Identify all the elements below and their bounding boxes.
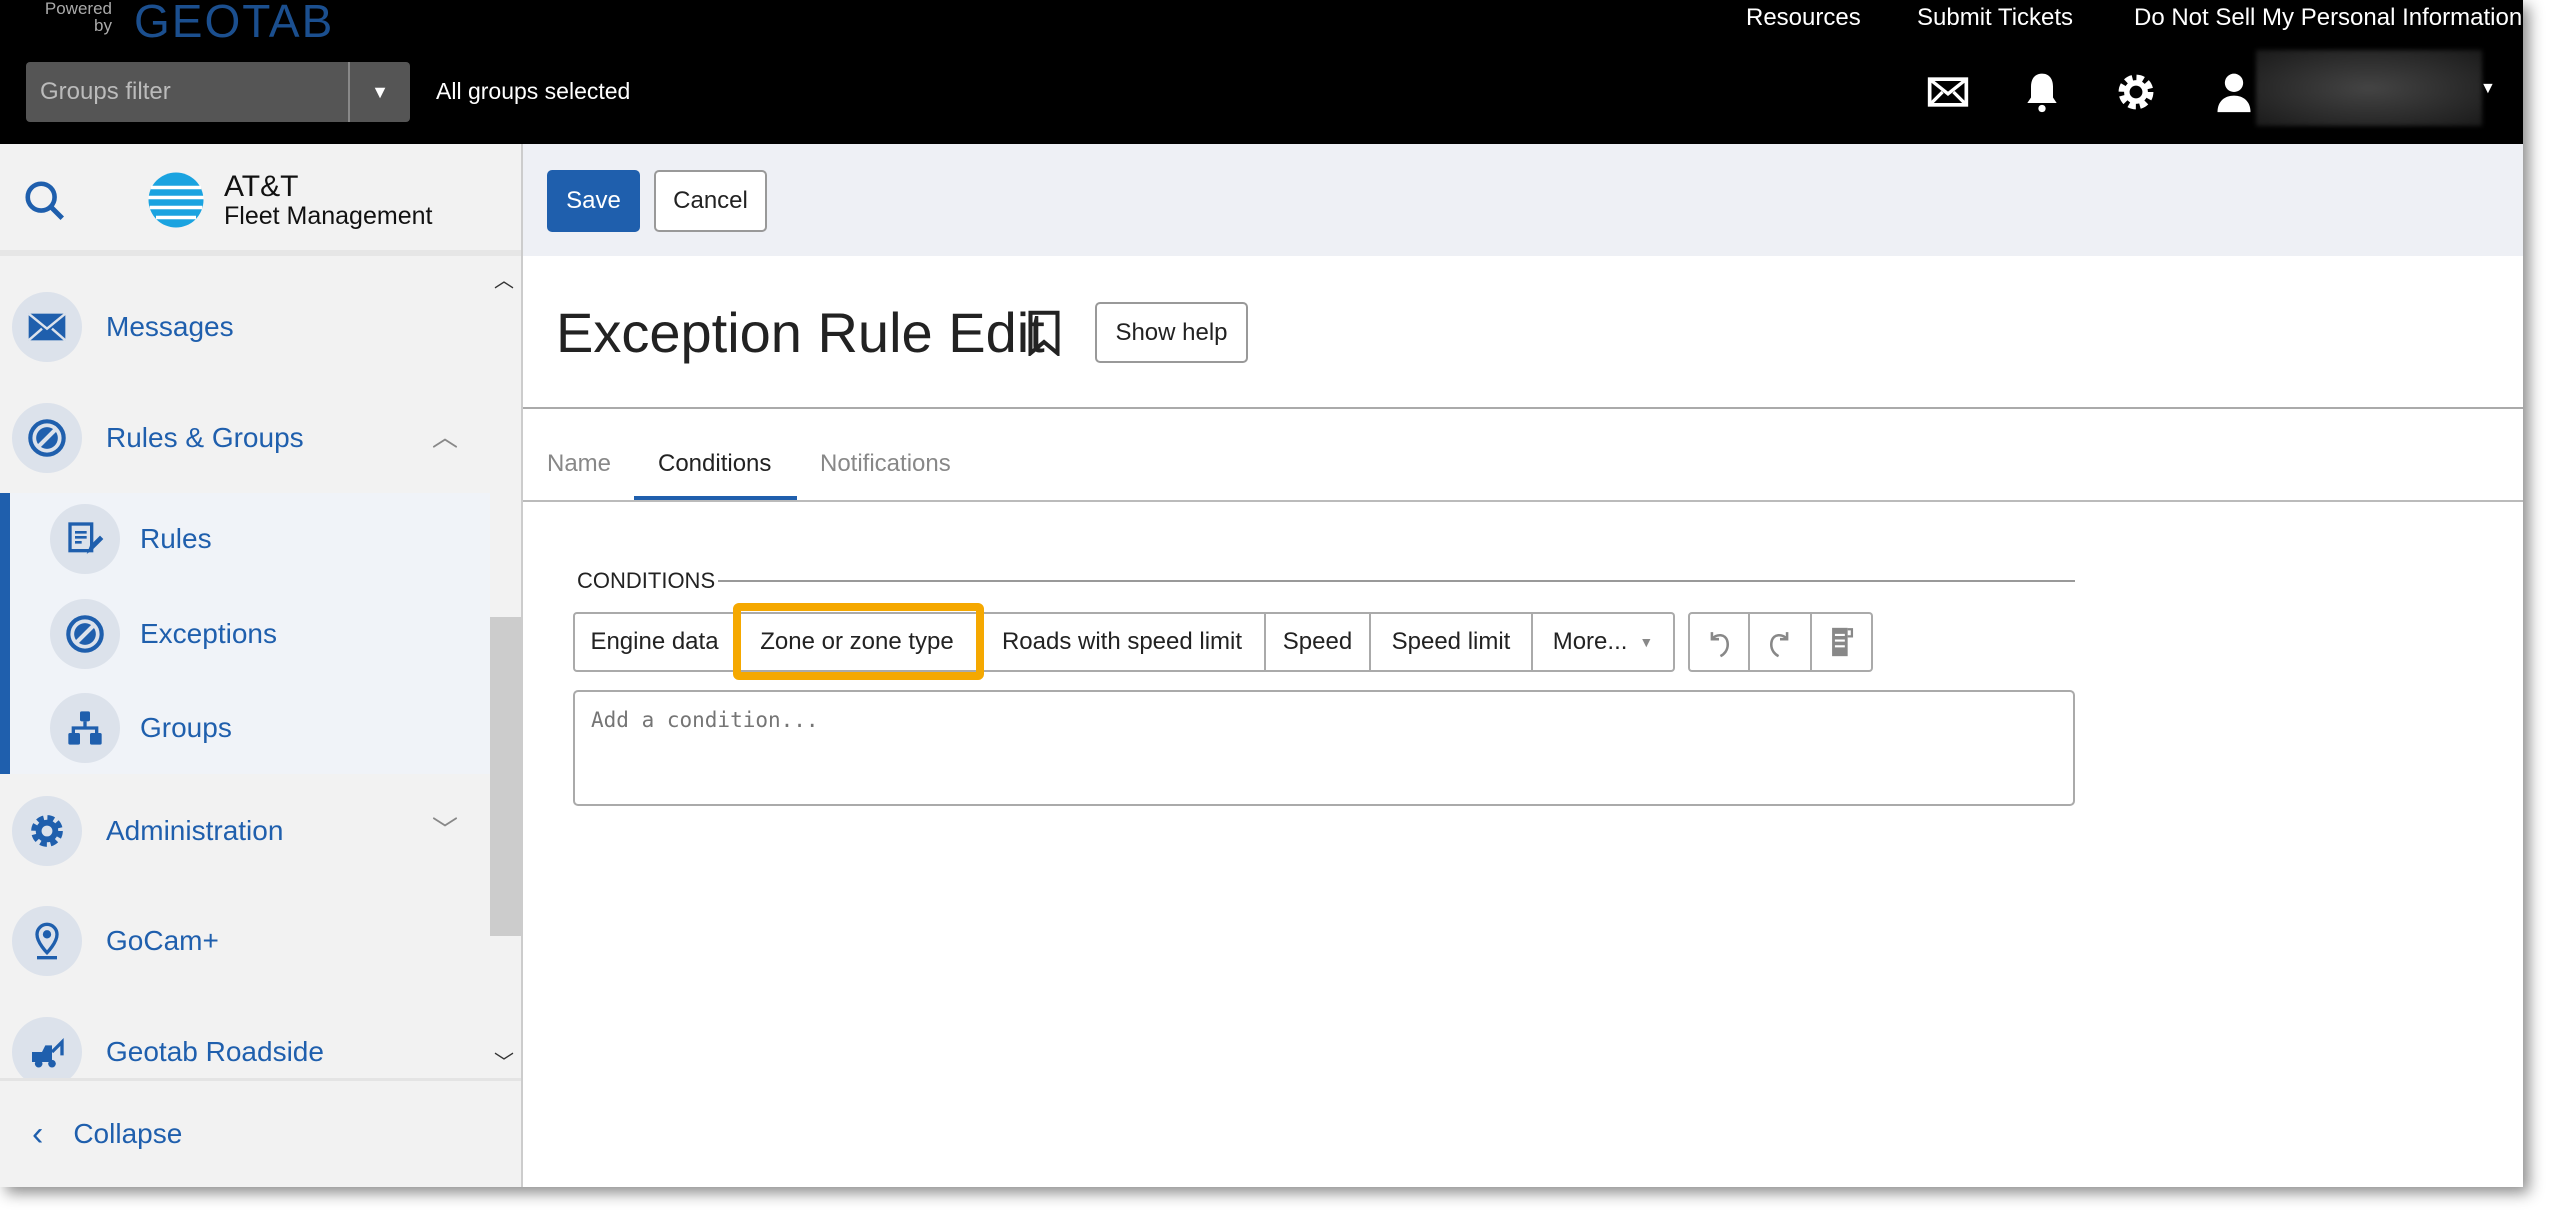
undo-button[interactable] [1688,612,1750,672]
script-icon [1831,627,1853,657]
scroll-up-icon[interactable]: ︿ [494,264,514,293]
sidebar-item-gocam[interactable]: GoCam+ [12,906,482,976]
sidebar-item-label: Exceptions [140,618,277,649]
rule-edit-icon [50,504,120,574]
engine-data-button[interactable]: Engine data [573,612,736,672]
show-help-button[interactable]: Show help [1095,302,1248,363]
cancel-button[interactable]: Cancel [654,170,767,232]
groups-filter-dropdown-button[interactable]: ▼ [348,62,410,122]
roads-with-speed-limit-button[interactable]: Roads with speed limit [980,612,1266,672]
mail-icon [12,292,82,362]
chevron-up-icon[interactable]: ︿ [432,417,458,454]
submit-tickets-link[interactable]: Submit Tickets [1917,4,2073,32]
tab-conditions[interactable]: Conditions [658,450,771,478]
sidebar-item-label: Rules [140,523,212,554]
undo-icon [1710,632,1729,658]
sidebar-item-groups[interactable]: Groups [50,693,232,763]
redo-button[interactable] [1750,612,1812,672]
sidebar-item-exceptions[interactable]: Exceptions [50,599,277,669]
tab-notifications[interactable]: Notifications [820,450,951,478]
groups-filter-placeholder: Groups filter [40,78,171,105]
page-title: Exception Rule Edit [556,301,1045,364]
search-icon[interactable] [22,178,68,224]
mail-icon[interactable] [1926,70,1970,114]
top-bar: Powered by GEOTAB Resources Submit Ticke… [0,0,2523,144]
more-dropdown-button[interactable]: More... ▼ [1533,612,1675,672]
scrollbar-thumb[interactable] [490,617,521,936]
exceptions-icon [50,599,120,669]
scroll-down-icon[interactable]: ﹀ [494,1046,514,1075]
speed-limit-button[interactable]: Speed limit [1371,612,1533,672]
sidebar-submenu: Rules Exceptions Groups [0,493,490,774]
sidebar-item-rules[interactable]: Rules [50,504,212,574]
more-label: More... [1552,628,1628,655]
highlight-outline [733,603,984,680]
gear-icon [12,796,82,866]
conditions-heading-line [718,580,2075,582]
tabs-divider [523,500,2523,502]
app-window: Powered by GEOTAB Resources Submit Ticke… [0,0,2523,1187]
logo-line1: AT&T [224,170,299,203]
bell-icon[interactable] [2020,70,2064,114]
groups-filter-input[interactable]: Groups filter ▼ [26,62,410,122]
logo-line2: Fleet Management [224,202,433,230]
sidebar-item-label: Administration [106,815,284,846]
save-button[interactable]: Save [547,170,640,232]
exceptions-icon [12,403,82,473]
tow-truck-icon [12,1017,82,1087]
sidebar-item-label: GoCam+ [106,925,219,956]
camera-pin-icon [12,906,82,976]
sidebar-item-geotab-roadside[interactable]: Geotab Roadside [12,1017,482,1087]
user-icon[interactable] [2212,70,2256,114]
geotab-logo: GEOTAB [134,0,335,47]
script-button[interactable] [1812,612,1873,672]
caret-down-icon: ▼ [1639,634,1654,650]
speed-button[interactable]: Speed [1266,612,1371,672]
gear-icon[interactable] [2114,70,2158,114]
divider [523,407,2523,409]
chevron-left-icon: ‹ [32,1114,44,1153]
action-bar: Save Cancel [523,144,2523,256]
collapse-button[interactable]: ‹ Collapse [0,1078,521,1187]
collapse-label: Collapse [73,1118,183,1149]
sidebar-item-label: Messages [106,311,234,342]
bookmark-icon[interactable] [1026,310,1062,356]
sidebar: AT&T Fleet Management ︿ ﹀ Messages Rules… [0,144,523,1187]
groups-status: All groups selected [436,78,631,104]
chevron-down-icon[interactable]: ﹀ [432,810,458,847]
sidebar-item-label: Groups [140,712,232,743]
sidebar-item-label: Rules & Groups [106,422,304,453]
sidebar-item-administration[interactable]: Administration ﹀ [12,796,482,866]
att-globe-logo [148,172,204,228]
user-menu-chevron-icon[interactable]: ▼ [2480,80,2496,98]
conditions-heading: CONDITIONS [577,568,716,593]
sidebar-scrollbar[interactable]: ︿ ﹀ [490,256,521,1078]
hierarchy-icon [50,693,120,763]
sidebar-item-rules-groups[interactable]: Rules & Groups ︿ [12,403,482,473]
redo-icon [1770,632,1789,658]
add-condition-input[interactable] [573,690,2075,806]
sidebar-item-label: Geotab Roadside [106,1036,324,1067]
do-not-sell-link[interactable]: Do Not Sell My Personal Information [2134,4,2522,32]
user-name-redacted[interactable] [2256,50,2482,126]
powered-by-label: Powered by [44,0,112,35]
resources-link[interactable]: Resources [1746,4,1861,32]
sidebar-item-messages[interactable]: Messages [12,292,482,362]
tab-name[interactable]: Name [547,450,611,478]
